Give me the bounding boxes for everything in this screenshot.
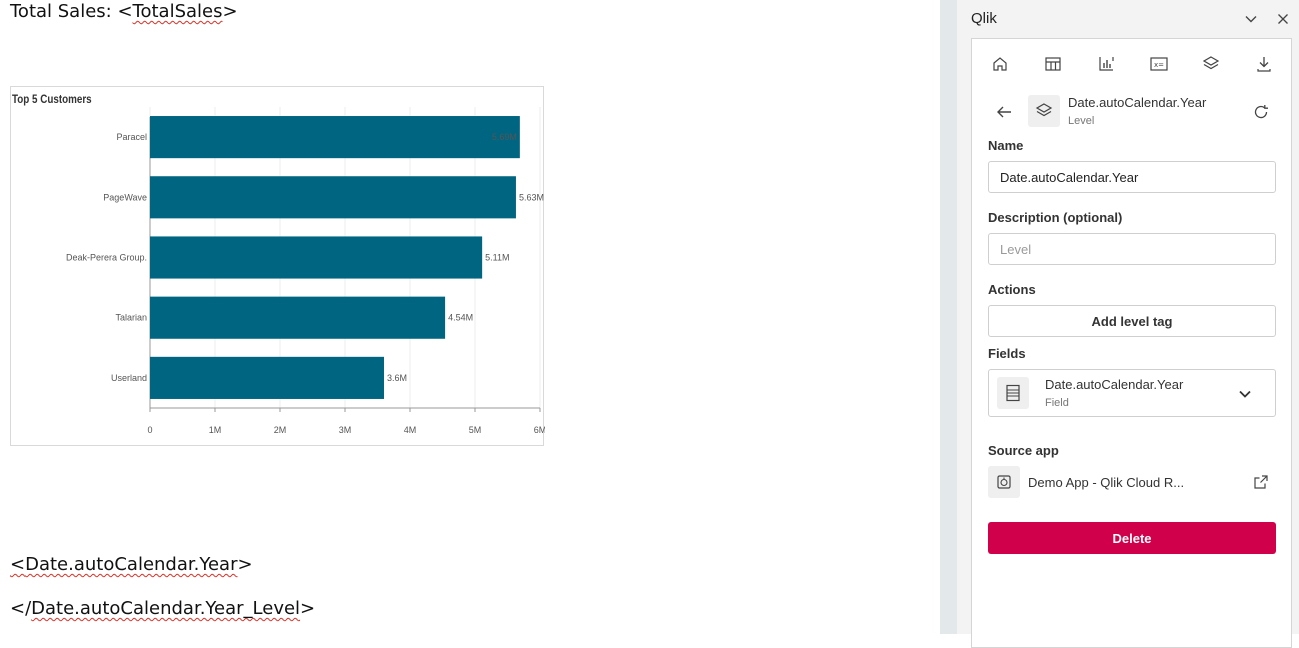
x-tick-label: 6M: [534, 425, 545, 435]
field-item[interactable]: Date.autoCalendar.Year Field: [988, 369, 1276, 417]
app-icon: [988, 466, 1020, 498]
bar: [150, 296, 446, 339]
download-icon[interactable]: [1251, 52, 1277, 76]
level-close: >: [300, 598, 316, 619]
panel-title: Qlik: [971, 10, 997, 27]
bar: [150, 176, 516, 219]
source-app-name: Demo App - Qlik Cloud R...: [1028, 475, 1185, 490]
close-icon[interactable]: [1273, 9, 1293, 29]
category-label: Talarian: [115, 313, 147, 323]
delete-button[interactable]: Delete: [988, 522, 1276, 554]
x-tick-label: 5M: [469, 425, 482, 435]
name-input[interactable]: [988, 161, 1276, 193]
layers-icon[interactable]: [1198, 52, 1224, 76]
x-tick-label: 4M: [404, 425, 417, 435]
refresh-icon[interactable]: [1250, 101, 1272, 123]
year-open: <: [10, 554, 26, 575]
x-tick-label: 0: [147, 425, 152, 435]
category-label: PageWave: [103, 192, 147, 202]
home-icon[interactable]: [987, 52, 1013, 76]
properties-card: x= Date.autoCalendar.Year Level Name Des…: [971, 38, 1292, 648]
x-tick-label: 3M: [339, 425, 352, 435]
table-icon[interactable]: [1040, 52, 1066, 76]
level-layers-icon: [1028, 95, 1060, 127]
item-title: Date.autoCalendar.Year: [1068, 95, 1207, 110]
panel-gutter: [940, 0, 957, 634]
data-label: 5.69M: [492, 132, 517, 142]
description-label: Description (optional): [988, 210, 1123, 225]
data-label: 5.11M: [485, 253, 509, 263]
level-open: </: [10, 598, 32, 619]
total-sales-line: Total Sales: <TotalSales>: [10, 1, 238, 22]
data-label: 4.54M: [448, 313, 473, 323]
level-field-line: </Date.autoCalendar.Year_Level>: [10, 598, 315, 619]
field-title: Date.autoCalendar.Year: [1045, 377, 1184, 392]
total-sales-close: >: [222, 1, 238, 22]
field-subtitle: Field: [1045, 397, 1069, 409]
description-input[interactable]: [988, 233, 1276, 265]
variable-icon[interactable]: x=: [1146, 52, 1172, 76]
year-field-line: <Date.autoCalendar.Year>: [10, 554, 253, 575]
data-label: 5.63M: [519, 192, 544, 202]
data-label: 3.6M: [387, 373, 407, 383]
bar: [150, 236, 483, 279]
item-subtitle: Level: [1068, 115, 1095, 127]
bar: [150, 116, 520, 159]
level-field: Date.autoCalendar.Year_Level: [31, 598, 301, 619]
top-customers-chart: Top 5 Customers 0 1M 2M 3M 4M 5M 6M Paracel 5.69…: [10, 86, 545, 446]
chevron-down-icon[interactable]: [1241, 9, 1261, 29]
category-label: Paracel: [116, 132, 147, 142]
back-arrow-icon[interactable]: [992, 101, 1016, 123]
svg-text:x=: x=: [1154, 61, 1164, 69]
category-label: Userland: [111, 373, 147, 383]
source-app-label: Source app: [988, 443, 1059, 458]
actions-label: Actions: [988, 282, 1036, 297]
fields-label: Fields: [988, 346, 1026, 361]
open-external-icon[interactable]: [1250, 472, 1272, 492]
chart-plot: 0 1M 2M 3M 4M 5M 6M Paracel 5.69M PageWave 5.63M De…: [66, 107, 545, 435]
qlik-panel: Qlik x= Date.autoCalendar.Year Level Nam…: [957, 0, 1299, 648]
category-label: Deak-Perera Group.: [66, 253, 147, 263]
bar: [150, 356, 384, 399]
total-sales-label: Total Sales: <: [10, 1, 133, 22]
chart-icon[interactable]: [1093, 52, 1119, 76]
x-tick-label: 1M: [209, 425, 222, 435]
expand-chevron-icon[interactable]: [1235, 385, 1255, 403]
year-field: Date.autoCalendar.Year: [25, 554, 238, 575]
field-list-icon: [997, 377, 1029, 409]
x-tick-label: 2M: [274, 425, 287, 435]
add-level-tag-button[interactable]: Add level tag: [988, 305, 1276, 337]
name-label: Name: [988, 138, 1024, 153]
total-sales-field: TotalSales: [132, 1, 223, 22]
year-close: >: [237, 554, 253, 575]
